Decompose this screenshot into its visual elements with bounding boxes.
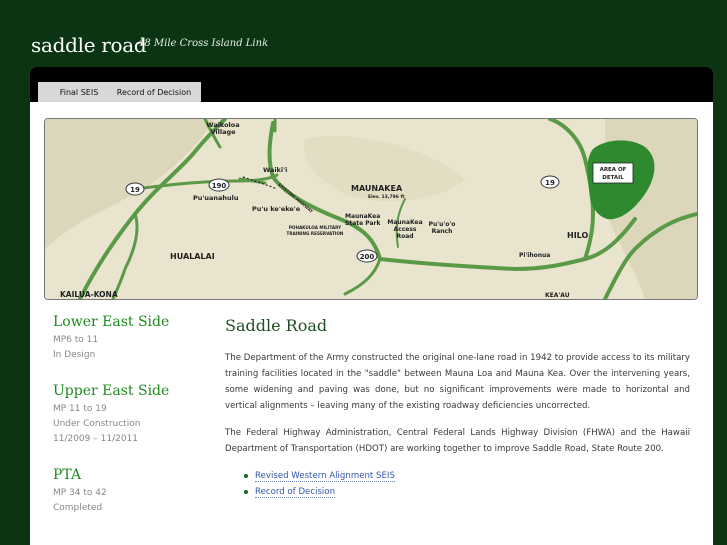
list-item: Record of Decision <box>244 484 690 500</box>
sidebar-title-pta[interactable]: PTA <box>53 467 203 483</box>
sidebar-line: Completed <box>53 503 103 513</box>
label-pohakuloa-2: TRAINING RESERVATION <box>287 231 344 236</box>
label-puuoo-1: Pu'u'o'o <box>429 221 456 228</box>
map-graphic: 19 190 200 19 Waikoloa Village Waiki'i P… <box>45 119 697 299</box>
site-tagline: 48 Mile Cross Island Link <box>138 38 269 49</box>
label-hilo: HILO <box>567 231 588 240</box>
tab-record-of-decision[interactable]: Record of Decision <box>107 82 201 102</box>
sidebar-line: Under Construction <box>53 419 141 429</box>
label-kailua-kona: KAILUA-KONA <box>60 290 118 299</box>
sidebar: Lower East Side MP6 to 11 In Design Uppe… <box>53 314 203 536</box>
link-revised-seis[interactable]: Revised Western Alignment SEIS <box>255 471 395 482</box>
sidebar-line: MP 34 to 42 <box>53 488 107 498</box>
svg-text:19: 19 <box>545 179 555 187</box>
intro-paragraph: The Department of the Army constructed t… <box>225 353 690 411</box>
label-maunakea-elev: Elev. 13,796 ft <box>368 194 405 200</box>
label-mk-state-park-1: MaunaKea <box>345 213 380 220</box>
label-waikii: Waiki'i <box>263 166 287 174</box>
label-maunakea: MAUNAKEA <box>351 184 403 193</box>
page-title: Saddle Road <box>225 316 328 335</box>
sidebar-section-lower-east: Lower East Side MP6 to 11 In Design <box>53 314 203 363</box>
sidebar-title-lower-east[interactable]: Lower East Side <box>53 314 203 330</box>
sidebar-line: 11/2009 – 11/2011 <box>53 434 138 444</box>
label-mk-access-2: Access <box>394 226 417 233</box>
page-container: Final SEIS Record of Decision 19 190 200… <box>30 67 713 545</box>
svg-text:19: 19 <box>130 186 140 194</box>
svg-text:200: 200 <box>360 253 375 261</box>
label-keau: KEA'AU <box>545 292 570 299</box>
route-shield-19-west: 19 <box>125 182 145 196</box>
label-puuoo-2: Ranch <box>432 228 453 235</box>
saddle-road-map: 19 190 200 19 Waikoloa Village Waiki'i P… <box>44 118 698 300</box>
sidebar-line: MP6 to 11 <box>53 335 99 345</box>
sidebar-section-pta: PTA MP 34 to 42 Completed <box>53 467 203 516</box>
label-detail: DETAIL <box>602 175 624 181</box>
document-links: Revised Western Alignment SEIS Record of… <box>225 468 690 500</box>
site-title[interactable]: saddle road <box>31 33 147 57</box>
nav-bar: Final SEIS Record of Decision <box>30 67 713 102</box>
route-shield-200: 200 <box>356 249 378 263</box>
route-shield-19-east: 19 <box>540 175 560 189</box>
main-content: Saddle Road The Department of the Army c… <box>225 316 690 500</box>
label-mk-access-3: Road <box>396 233 413 240</box>
sidebar-line: In Design <box>53 350 96 360</box>
label-village: Village <box>210 128 236 136</box>
label-area-of: AREA OF <box>600 167 627 173</box>
sidebar-line: MP 11 to 19 <box>53 404 107 414</box>
sidebar-section-upper-east: Upper East Side MP 11 to 19 Under Constr… <box>53 383 203 447</box>
label-puuanahulu: Pu'uanahulu <box>193 194 239 202</box>
label-pohakuloa-1: POHAKULOA MILITARY <box>289 225 342 230</box>
label-mk-access-1: MaunaKea <box>387 219 422 226</box>
svg-text:190: 190 <box>212 182 227 190</box>
label-mk-state-park-2: State Park <box>345 220 382 227</box>
label-pihonua: Pi'ihonua <box>519 252 550 259</box>
link-record-of-decision[interactable]: Record of Decision <box>255 487 336 498</box>
label-puukeekee: Pu'u ke'eke'e <box>252 205 301 213</box>
sidebar-title-upper-east[interactable]: Upper East Side <box>53 383 203 399</box>
list-item: Revised Western Alignment SEIS <box>244 468 690 484</box>
partners-paragraph: The Federal Highway Administration, Cent… <box>225 428 690 454</box>
route-shield-190: 190 <box>208 178 230 192</box>
label-hualalai: HUALALAI <box>170 252 215 261</box>
